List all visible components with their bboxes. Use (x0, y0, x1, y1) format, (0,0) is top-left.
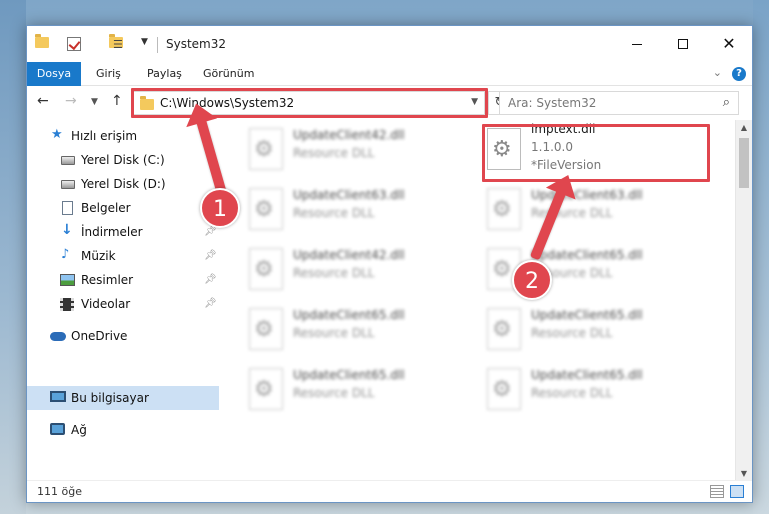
file-icon: ⚙ (249, 368, 283, 410)
list-item[interactable]: ⚙ UpdateClient65.dll Resource DLL (249, 300, 479, 356)
gear-icon: ⚙ (492, 257, 512, 282)
star-icon: ★ (51, 127, 63, 142)
tab-home[interactable]: Giriş (96, 62, 121, 86)
tiles-view-icon[interactable] (730, 485, 744, 498)
minimize-icon (632, 43, 642, 45)
recent-locations-icon[interactable]: ▼ (91, 97, 98, 107)
computer-icon (50, 391, 66, 402)
documents-icon (62, 201, 73, 215)
forward-icon[interactable]: → (65, 93, 77, 109)
search-icon: ⌕ (722, 95, 730, 110)
tab-file[interactable]: Dosya (27, 62, 81, 86)
drive-icon (61, 156, 75, 165)
tab-view[interactable]: Görünüm (203, 62, 254, 86)
gear-icon: ⚙ (492, 197, 512, 222)
drive-icon (61, 180, 75, 189)
gear-icon: ⚙ (254, 317, 274, 342)
folder-icon (35, 34, 49, 48)
file-icon: ⚙ (249, 308, 283, 350)
gear-icon: ⚙ (254, 257, 274, 282)
explorer-window: ☰ ▼ System32 ✕ Dosya Giriş Paylaş Görünü… (26, 25, 753, 503)
list-item[interactable]: ⚙ UpdateClient63.dll Resource DLL (487, 180, 717, 236)
search-input[interactable]: Ara: System32 ⌕ (499, 91, 739, 115)
quick-access-menu-icon[interactable]: ☰ (113, 38, 123, 51)
step-badge-2: 2 (512, 260, 552, 300)
title-separator (157, 37, 158, 53)
details-view-icon[interactable] (710, 485, 724, 498)
file-highlight (482, 124, 710, 182)
navigation-pane: ★ Hızlı erişim Yerel Disk (C:) Yerel Dis… (27, 120, 219, 460)
item-count: 111 öğe (37, 485, 82, 498)
file-icon: ⚙ (249, 248, 283, 290)
sidebar-item-quick-access[interactable]: ★ Hızlı erişim (27, 124, 219, 148)
title-bar: ☰ ▼ System32 ✕ (27, 26, 752, 62)
maximize-button[interactable] (660, 26, 706, 62)
desktop-left (0, 0, 26, 514)
gear-icon: ⚙ (254, 377, 274, 402)
gear-icon: ⚙ (492, 377, 512, 402)
videos-icon (60, 298, 74, 311)
list-item[interactable]: ⚙ UpdateClient42.dll Resource DLL (249, 240, 479, 296)
network-icon (50, 423, 65, 435)
list-item[interactable]: ⚙ UpdateClient65.dll Resource DLL (249, 360, 479, 416)
file-list: ⚙ UpdateClient42.dll Resource DLL ⚙ Upda… (219, 120, 737, 464)
list-item[interactable]: ⚙ UpdateClient42.dll Resource DLL (249, 120, 479, 176)
desktop-right (753, 0, 769, 514)
vertical-scrollbar[interactable]: ▲ ▼ (735, 120, 752, 482)
tab-share[interactable]: Paylaş (147, 62, 182, 86)
sidebar-item-music[interactable]: ♪ Müzik 📌︎ (27, 244, 219, 268)
sidebar-item-pictures[interactable]: Resimler 📌︎ (27, 268, 219, 292)
navigation-bar: ← → ▼ ↑ C:\Windows\System32 ▼ ↻ Ara: Sys… (27, 86, 752, 120)
file-icon: ⚙ (487, 188, 521, 230)
file-icon: ⚙ (487, 368, 521, 410)
pin-icon[interactable]: 📌︎ (204, 226, 217, 237)
customize-toolbar-icon[interactable]: ▼ (141, 37, 148, 47)
list-item[interactable]: ⚙ UpdateClient65.dll Resource DLL (487, 360, 717, 416)
gear-icon: ⚙ (254, 137, 274, 162)
sidebar-item-videos[interactable]: Videolar 📌︎ (27, 292, 219, 316)
close-icon: ✕ (722, 34, 736, 53)
file-icon: ⚙ (249, 128, 283, 170)
minimize-button[interactable] (614, 26, 660, 62)
maximize-icon (678, 39, 688, 49)
up-icon[interactable]: ↑ (111, 93, 123, 109)
properties-check-icon[interactable] (67, 37, 81, 51)
sidebar-item-local-disk-d[interactable]: Yerel Disk (D:) (27, 172, 219, 196)
scroll-thumb[interactable] (739, 138, 749, 188)
pin-icon[interactable]: 📌︎ (204, 274, 217, 285)
search-placeholder: Ara: System32 (508, 96, 597, 110)
gear-icon: ⚙ (254, 197, 274, 222)
ribbon: Dosya Giriş Paylaş Görünüm ⌄ ? (27, 62, 752, 86)
scroll-up-icon[interactable]: ▲ (736, 120, 752, 136)
pin-icon[interactable]: 📌︎ (204, 250, 217, 261)
file-icon: ⚙ (487, 308, 521, 350)
status-bar: 111 öğe (27, 480, 752, 502)
sidebar-item-network[interactable]: Ağ (27, 418, 219, 442)
close-button[interactable]: ✕ (706, 26, 752, 62)
expand-ribbon-icon[interactable]: ⌄ (713, 66, 722, 79)
help-icon[interactable]: ? (732, 67, 746, 81)
list-item[interactable]: ⚙ UpdateClient65.dll Resource DLL (487, 300, 717, 356)
window-title: System32 (166, 37, 227, 51)
step-badge-1: 1 (200, 188, 240, 228)
sidebar-item-downloads[interactable]: ↓ İndirmeler 📌︎ (27, 220, 219, 244)
cloud-icon (50, 332, 66, 341)
file-icon: ⚙ (249, 188, 283, 230)
pin-icon[interactable]: 📌︎ (204, 298, 217, 309)
list-item[interactable]: ⚙ UpdateClient63.dll Resource DLL (249, 180, 479, 236)
back-icon[interactable]: ← (37, 93, 49, 109)
sidebar-item-local-disk-c[interactable]: Yerel Disk (C:) (27, 148, 219, 172)
music-icon: ♪ (61, 247, 70, 262)
download-icon: ↓ (61, 222, 73, 238)
gear-icon: ⚙ (492, 317, 512, 342)
sidebar-item-this-pc[interactable]: Bu bilgisayar (27, 386, 219, 410)
pictures-icon (60, 274, 75, 286)
sidebar-item-onedrive[interactable]: OneDrive (27, 324, 219, 348)
sidebar-item-documents[interactable]: Belgeler (27, 196, 219, 220)
